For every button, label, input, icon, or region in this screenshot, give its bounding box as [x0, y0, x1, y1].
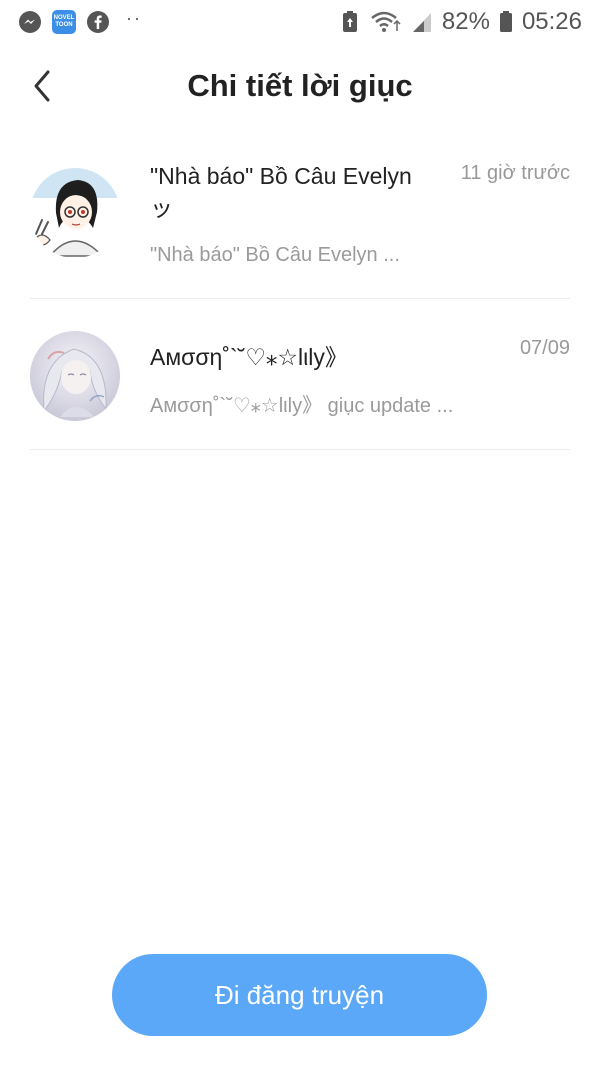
more-notifications-indicator: ·· — [126, 7, 142, 28]
battery-percent: 82% — [441, 8, 490, 35]
notification-icons: NOVEL TOON ·· — [18, 7, 142, 34]
avatar[interactable] — [30, 168, 120, 258]
item-preview: Aмσση˚`˘♡⁎☆lιly》 giục update ... — [150, 395, 454, 417]
wifi-icon — [370, 10, 402, 34]
list-item[interactable]: "Nhà báo" Bồ Câu Evelyn ッ 11 giờ trước "… — [30, 148, 570, 299]
messenger-icon — [18, 10, 42, 34]
facebook-icon — [86, 10, 110, 34]
item-time: 11 giờ trước — [460, 162, 570, 184]
item-name: "Nhà báo" Bồ Câu Evelyn ッ — [150, 163, 412, 221]
header: Chi tiết lời giục — [0, 46, 600, 130]
item-preview: "Nhà báo" Bồ Câu Evelyn ... — [150, 244, 400, 266]
anime-boy-avatar-icon — [30, 168, 120, 258]
battery-saver-icon — [338, 10, 362, 34]
novel-badge-line1: NOVEL — [53, 15, 75, 21]
page-title: Chi tiết lời giục — [187, 68, 413, 103]
status-bar: NOVEL TOON ·· 82% 05:26 — [0, 0, 600, 46]
item-name: Aмσση˚`˘♡⁎☆lιly》 — [150, 344, 348, 370]
noveltoon-app-icon: NOVEL TOON — [52, 10, 76, 34]
white-hair-girl-avatar-icon — [30, 331, 120, 421]
list-item[interactable]: Aмσση˚`˘♡⁎☆lιly》 07/09 Aмσση˚`˘♡⁎☆lιly》 … — [30, 299, 570, 450]
reminder-list: "Nhà báo" Bồ Câu Evelyn ッ 11 giờ trước "… — [30, 148, 570, 450]
novel-badge-line2: TOON — [55, 22, 73, 28]
battery-icon — [498, 10, 514, 34]
publish-story-button[interactable]: Đi đăng truyện — [112, 954, 487, 1036]
clock: 05:26 — [521, 8, 582, 35]
avatar[interactable] — [30, 331, 120, 421]
signal-icon — [410, 10, 434, 34]
system-status: 82% 05:26 — [338, 8, 582, 36]
item-time: 07/09 — [519, 337, 570, 359]
